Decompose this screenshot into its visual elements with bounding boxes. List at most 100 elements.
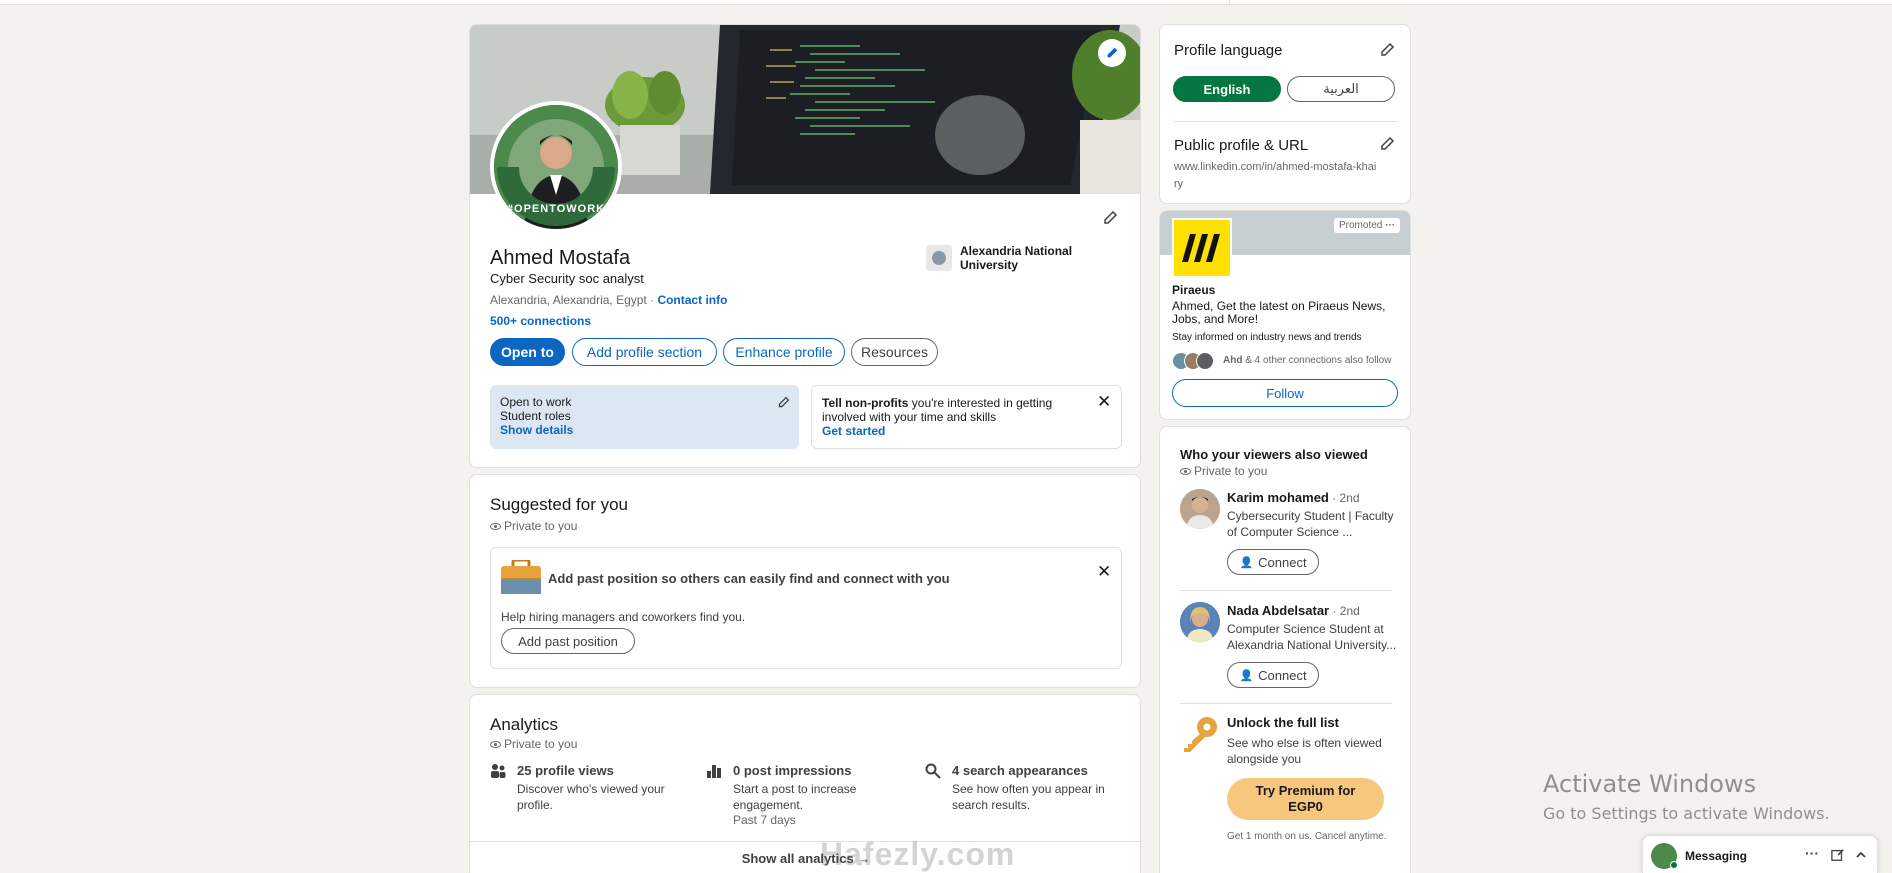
analytics-private: Private to you <box>490 737 577 751</box>
viewer-divider <box>1180 590 1392 591</box>
activate-windows-subtitle: Go to Settings to activate Windows. <box>1543 804 1830 823</box>
messaging-label: Messaging <box>1685 849 1748 863</box>
add-user-icon: 👤 <box>1239 669 1254 682</box>
briefcase-icon <box>501 558 541 594</box>
analytics-title-text: 4 search appearances <box>952 763 1088 778</box>
close-icon[interactable]: ✕ <box>1097 562 1111 582</box>
connect-button[interactable]: 👤 Connect <box>1227 662 1319 688</box>
open-to-button[interactable]: Open to <box>490 338 565 366</box>
pencil-icon <box>1381 136 1395 150</box>
connect-label: Connect <box>1258 667 1307 683</box>
ad-social-rest: & 4 other connections also follow <box>1242 355 1392 366</box>
watermark: Hafezly.com <box>820 836 1016 872</box>
try-premium-button[interactable]: Try Premium for EGP0 <box>1227 778 1384 820</box>
top-nav-edge <box>0 0 1892 5</box>
show-all-analytics-link[interactable]: Show all analytics → <box>470 851 1140 866</box>
avatar[interactable] <box>1180 489 1220 529</box>
compose-icon[interactable] <box>1831 848 1845 862</box>
university-icon <box>932 251 946 265</box>
analytics-title: Analytics <box>490 715 559 734</box>
bar-chart-icon <box>707 765 721 778</box>
location-separator: · <box>646 293 658 307</box>
viewer-name[interactable]: Karim mohamed <box>1227 490 1329 505</box>
ad-social-proof: Ahd & 4 other connections also follow <box>1223 355 1391 366</box>
location-line: Alexandria, Alexandria, Egypt · Contact … <box>490 293 727 307</box>
messaging-bar[interactable]: Messaging ··· <box>1642 835 1878 873</box>
pencil-icon <box>1107 47 1118 58</box>
viewer-name[interactable]: Nada Abdelsatar <box>1227 603 1329 618</box>
add-user-icon: 👤 <box>1239 556 1254 569</box>
viewer-name-line: Nada Abdelsatar · 2nd <box>1227 603 1360 618</box>
profile-settings-card: Profile language English العربية Public … <box>1159 24 1411 204</box>
online-status-dot <box>1670 861 1678 869</box>
analytics-desc: Discover who's viewed your profile. <box>517 782 665 812</box>
analytics-sub: Past 7 days <box>733 813 796 827</box>
ad-social-avatars <box>1172 352 1217 370</box>
contact-info-link[interactable]: Contact info <box>657 293 727 307</box>
edit-language-button[interactable] <box>1376 39 1398 61</box>
viewers-title: Who your viewers also viewed <box>1180 447 1368 462</box>
unlock-text: See who else is often viewed alongside y… <box>1227 736 1382 766</box>
public-profile-title: Public profile & URL <box>1174 137 1309 154</box>
viewer-desc: Computer Science Student at Alexandria N… <box>1227 622 1397 652</box>
resources-button[interactable]: Resources <box>851 338 938 366</box>
follow-button[interactable]: Follow <box>1172 379 1398 407</box>
open-to-work-badge: #OPENTOWORK <box>506 203 606 215</box>
ad-company[interactable]: Piraeus <box>1172 283 1215 297</box>
edit-open-to-work-button[interactable] <box>772 391 794 413</box>
analytics-desc: See how often you appear in search resul… <box>952 782 1105 812</box>
nonprofit-box: Tell non-profits you're interested in ge… <box>811 385 1122 449</box>
close-icon[interactable]: ✕ <box>1097 392 1111 412</box>
open-to-work-title: Open to work <box>500 395 572 409</box>
chevron-up-icon[interactable] <box>1855 849 1867 861</box>
education-name[interactable]: Alexandria National University <box>960 244 1090 272</box>
suggested-title: Suggested for you <box>490 495 628 514</box>
profile-headline: Cyber Security soc analyst <box>490 271 644 286</box>
viewers-card: Who your viewers also viewed Private to … <box>1159 426 1411 873</box>
nonprofit-text: Tell non-profits you're interested in ge… <box>822 396 1062 424</box>
avatar[interactable] <box>1180 602 1220 642</box>
more-icon[interactable]: ··· <box>1805 845 1819 861</box>
edit-cover-button[interactable] <box>1098 39 1126 67</box>
profile-card: #OPENTOWORK Ahmed Mostafa Cyber Security… <box>469 24 1141 468</box>
connect-button[interactable]: 👤 Connect <box>1227 549 1319 575</box>
unlock-title: Unlock the full list <box>1227 715 1339 730</box>
open-to-work-roles: Student roles <box>500 409 571 423</box>
eye-icon <box>490 523 501 531</box>
arabic-language-button[interactable]: العربية <box>1287 76 1395 102</box>
search-icon <box>925 763 941 779</box>
show-details-link[interactable]: Show details <box>500 423 573 437</box>
ad-card: Promoted ··· Piraeus Ahmed, Get the late… <box>1159 210 1411 420</box>
english-language-button[interactable]: English <box>1173 76 1281 102</box>
analytics-title-text: 0 post impressions <box>733 763 852 778</box>
viewer-divider <box>1180 703 1392 704</box>
viewer-degree: · 2nd <box>1328 491 1360 505</box>
analytics-title-text: 25 profile views <box>517 763 614 778</box>
get-started-link[interactable]: Get started <box>822 424 885 438</box>
profile-url[interactable]: www.linkedin.com/in/ahmed-mostafa-khairy <box>1174 159 1379 193</box>
suggestion-title: Add past position so others can easily f… <box>548 571 950 586</box>
open-to-work-box[interactable]: Open to work Student roles Show details <box>490 385 799 449</box>
add-past-position-button[interactable]: Add past position <box>501 628 635 654</box>
viewer-name-line: Karim mohamed · 2nd <box>1227 490 1360 505</box>
ad-social-name: Ahd <box>1223 355 1243 366</box>
viewers-private: Private to you <box>1180 464 1267 478</box>
analytics-private-text: Private to you <box>504 737 578 751</box>
suggestion-text: Help hiring managers and coworkers find … <box>501 610 746 624</box>
analytics-divider <box>470 841 1140 842</box>
profile-photo[interactable]: #OPENTOWORK <box>490 101 622 233</box>
ad-subtext: Stay informed on industry news and trend… <box>1172 332 1362 343</box>
promoted-label[interactable]: Promoted ··· <box>1334 218 1401 233</box>
edit-url-button[interactable] <box>1376 133 1398 155</box>
connections-link[interactable]: 500+ connections <box>490 314 591 328</box>
premium-note: Get 1 month on us. Cancel anytime. <box>1227 831 1387 842</box>
more-icon: ··· <box>1385 220 1396 231</box>
key-icon <box>1180 715 1220 755</box>
ad-headline: Ahmed, Get the latest on Piraeus News, J… <box>1172 299 1386 326</box>
edit-intro-button[interactable] <box>1099 207 1121 229</box>
add-profile-section-button[interactable]: Add profile section <box>572 338 717 366</box>
enhance-profile-button[interactable]: Enhance profile <box>723 338 845 366</box>
pencil-icon <box>1104 210 1118 224</box>
analytics-desc: Start a post to increase engagement. <box>733 782 857 812</box>
pencil-icon <box>1381 42 1395 56</box>
